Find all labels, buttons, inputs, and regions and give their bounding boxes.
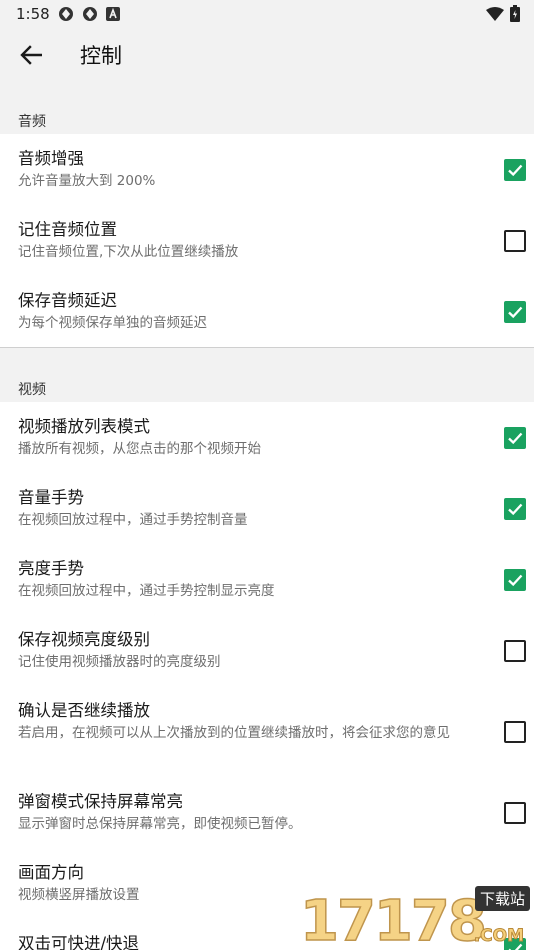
- pref-title: 视频播放列表模式: [18, 417, 150, 436]
- page-title: 控制: [80, 44, 122, 68]
- pref-audio-boost[interactable]: 音频增强 允许音量放大到 200%: [0, 134, 534, 205]
- back-button[interactable]: [16, 40, 46, 70]
- checkbox-checked[interactable]: [504, 426, 526, 449]
- checkbox-checked[interactable]: [504, 300, 526, 323]
- status-time: 1:58: [16, 5, 50, 23]
- checkmark-icon: [508, 574, 523, 586]
- notification-icons: [58, 6, 120, 22]
- pref-title: 保存音频延迟: [18, 291, 117, 310]
- pref-double-tap-seek[interactable]: 双击可快进/快退: [0, 919, 534, 950]
- checkbox-checked[interactable]: [504, 568, 526, 591]
- pref-title: 画面方向: [18, 863, 84, 882]
- pref-title: 音量手势: [18, 488, 84, 507]
- checkmark-icon: [508, 943, 523, 950]
- pref-summary: 播放所有视频，从您点击的那个视频开始: [18, 441, 261, 457]
- a-notification-icon: [106, 7, 120, 21]
- pref-title: 确认是否继续播放: [18, 701, 150, 720]
- pref-title: 双击可快进/快退: [18, 934, 140, 950]
- pref-summary: 若启用，在视频可以从上次播放到的位置继续播放时，将会征求您的意见: [18, 725, 450, 741]
- pref-remember-audio-position[interactable]: 记住音频位置 记住音频位置,下次从此位置继续播放: [0, 205, 534, 276]
- pref-screen-orientation[interactable]: 画面方向 视频横竖屏播放设置: [0, 848, 534, 919]
- app-notification-icon: [59, 7, 73, 21]
- pref-title: 保存视频亮度级别: [18, 630, 150, 649]
- pref-summary: 为每个视频保存单独的音频延迟: [18, 315, 207, 331]
- app-bar: 控制: [0, 28, 534, 80]
- checkbox-checked[interactable]: [504, 497, 526, 520]
- app-notification-icon: [83, 7, 97, 21]
- pref-summary: 视频横竖屏播放设置: [18, 887, 140, 903]
- pref-title: 记住音频位置: [18, 220, 117, 239]
- pref-title: 弹窗模式保持屏幕常亮: [18, 792, 183, 811]
- pref-summary: 显示弹窗时总保持屏幕常亮，即使视频已暂停。: [18, 816, 302, 832]
- section-header-label: 音频: [18, 114, 46, 130]
- checkmark-icon: [508, 306, 523, 318]
- pref-confirm-resume[interactable]: 确认是否继续播放 若启用，在视频可以从上次播放到的位置继续播放时，将会征求您的意…: [0, 686, 534, 777]
- battery-icon: [510, 5, 520, 22]
- checkbox-unchecked[interactable]: [504, 639, 526, 662]
- pref-save-audio-delay[interactable]: 保存音频延迟 为每个视频保存单独的音频延迟: [0, 276, 534, 347]
- pref-summary: 记住音频位置,下次从此位置继续播放: [18, 244, 239, 260]
- pref-popup-keep-screen-on[interactable]: 弹窗模式保持屏幕常亮 显示弹窗时总保持屏幕常亮，即使视频已暂停。: [0, 777, 534, 848]
- pref-title: 亮度手势: [18, 559, 84, 578]
- checkmark-icon: [508, 164, 523, 176]
- pref-video-playlist-mode[interactable]: 视频播放列表模式 播放所有视频，从您点击的那个视频开始: [0, 402, 534, 473]
- checkbox-checked[interactable]: [504, 158, 526, 181]
- pref-summary: 在视频回放过程中，通过手势控制音量: [18, 512, 248, 528]
- status-bar: 1:58: [0, 0, 534, 28]
- section-header-label: 视频: [18, 382, 46, 398]
- audio-preferences: 音频增强 允许音量放大到 200% 记住音频位置 记住音频位置,下次从此位置继续…: [0, 134, 534, 347]
- checkbox-unchecked[interactable]: [504, 801, 526, 824]
- pref-summary: 允许音量放大到 200%: [18, 173, 156, 189]
- video-preferences: 视频播放列表模式 播放所有视频，从您点击的那个视频开始 音量手势 在视频回放过程…: [0, 402, 534, 950]
- pref-save-brightness-level[interactable]: 保存视频亮度级别 记住使用视频播放器时的亮度级别: [0, 615, 534, 686]
- pref-brightness-gesture[interactable]: 亮度手势 在视频回放过程中，通过手势控制显示亮度: [0, 544, 534, 615]
- system-icons: [486, 5, 520, 22]
- pref-summary: 记住使用视频播放器时的亮度级别: [18, 654, 221, 670]
- checkbox-unchecked[interactable]: [504, 229, 526, 252]
- checkbox-checked[interactable]: [504, 938, 526, 950]
- checkmark-icon: [508, 432, 523, 444]
- back-arrow-icon: [20, 45, 42, 65]
- section-header-audio: 音频: [0, 80, 534, 134]
- pref-volume-gesture[interactable]: 音量手势 在视频回放过程中，通过手势控制音量: [0, 473, 534, 544]
- pref-title: 音频增强: [18, 149, 84, 168]
- checkbox-unchecked[interactable]: [504, 720, 526, 743]
- settings-list[interactable]: 音频 音频增强 允许音量放大到 200% 记住音频位置 记住音频位置,下次从此位…: [0, 80, 534, 950]
- checkmark-icon: [508, 503, 523, 515]
- pref-summary: 在视频回放过程中，通过手势控制显示亮度: [18, 583, 275, 599]
- section-header-video: 视频: [0, 348, 534, 402]
- wifi-icon: [486, 6, 504, 21]
